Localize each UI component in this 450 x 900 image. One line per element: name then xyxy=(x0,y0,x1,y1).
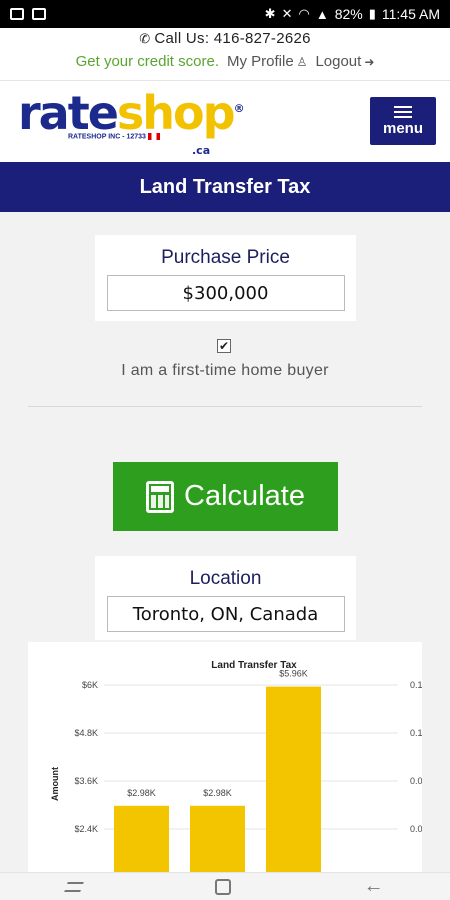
y-tick-label: $6K xyxy=(82,680,98,690)
battery-icon: ▮ xyxy=(368,6,376,21)
logo-shop: shop xyxy=(116,86,236,140)
chart-bar xyxy=(114,805,169,882)
logo-rate: rate xyxy=(18,86,119,140)
rateshop-logo[interactable]: rateshop® .ca xyxy=(18,86,245,157)
status-bar: ✱ ✕ ◠ ▲ 82% ▮ 11:45 AM xyxy=(0,0,450,28)
first-time-buyer-checkbox[interactable]: ✔ xyxy=(217,339,231,353)
chart-bar xyxy=(266,686,321,882)
page-title: Land Transfer Tax xyxy=(0,162,450,212)
credit-score-link[interactable]: Get your credit score. xyxy=(76,53,219,70)
y2-tick-label: 0.06 xyxy=(410,824,422,834)
purchase-price-card: Purchase Price $300,000 xyxy=(95,235,356,321)
y2-tick-label: 0.09 xyxy=(410,776,422,786)
hamburger-icon xyxy=(394,105,412,118)
calculator-icon xyxy=(146,480,175,513)
y-tick-label: $3.6K xyxy=(74,776,98,786)
my-profile-link[interactable]: My Profile ♙ xyxy=(227,53,307,70)
chart-bar xyxy=(190,805,245,882)
logout-label: Logout xyxy=(315,53,362,70)
home-icon[interactable] xyxy=(214,878,231,895)
back-icon[interactable]: ← xyxy=(364,875,384,898)
signal-icon: ▲ xyxy=(315,6,329,22)
bar-data-label: $2.98K xyxy=(203,788,232,798)
location-input[interactable]: Toronto, ON, Canada xyxy=(106,596,345,632)
logo-subtitle: RATESHOP INC - 12733 xyxy=(68,133,160,140)
purchase-price-label: Purchase Price xyxy=(161,247,290,268)
divider xyxy=(28,406,422,407)
y-tick-label: $4.8K xyxy=(74,728,98,738)
logo-sub-text: RATESHOP INC - 12733 xyxy=(68,133,146,141)
phone-icon: ✆ xyxy=(139,31,151,46)
call-us[interactable]: ✆ Call Us: 416-827-2626 xyxy=(0,28,450,47)
first-time-buyer-label: I am a first-time home buyer xyxy=(121,362,329,379)
y-tick-label: $2.4K xyxy=(74,824,98,834)
user-icon: ♙ xyxy=(296,55,308,69)
wifi-icon: ◠ xyxy=(298,6,310,21)
sign-out-icon: ➜ xyxy=(364,55,375,69)
clock: 11:45 AM xyxy=(381,6,440,22)
bar-data-label: $5.96K xyxy=(279,669,308,679)
android-nav-bar: ← xyxy=(0,872,450,900)
header-links: Get your credit score. My Profile ♙ Logou… xyxy=(0,53,450,70)
y-axis-label: Amount xyxy=(50,767,60,801)
purchase-price-input[interactable]: $300,000 xyxy=(106,275,345,311)
y2-tick-label: 0.12 xyxy=(410,728,422,738)
menu-button[interactable]: menu xyxy=(370,97,436,145)
chart-svg: Land Transfer Tax$6K$4.8K$3.6K$2.4K$1.2K… xyxy=(50,660,422,882)
notification-icons xyxy=(10,8,46,20)
gallery-icon xyxy=(10,8,24,20)
bluetooth-icon: ✱ xyxy=(264,6,276,21)
calculate-button[interactable]: Calculate xyxy=(113,462,338,531)
image-icon xyxy=(32,8,46,20)
system-icons: ✱ ✕ ◠ ▲ 82% ▮ 11:45 AM xyxy=(265,6,440,22)
land-transfer-tax-chart: Land Transfer Tax$6K$4.8K$3.6K$2.4K$1.2K… xyxy=(28,642,422,882)
checkmark-icon: ✔ xyxy=(218,339,230,353)
calculate-label: Calculate xyxy=(184,480,305,512)
location-label: Location xyxy=(189,568,262,589)
call-us-text: Call Us: 416-827-2626 xyxy=(154,30,311,47)
battery-level: 82% xyxy=(334,6,363,22)
y2-tick-label: 0.15 xyxy=(410,680,422,690)
logo-bar: rateshop® .ca RATESHOP INC - 12733 menu xyxy=(0,80,450,162)
top-header: ✆ Call Us: 416-827-2626 Get your credit s… xyxy=(0,28,450,80)
menu-label: menu xyxy=(382,119,423,137)
location-card: Location Toronto, ON, Canada xyxy=(95,556,356,640)
mute-icon: ✕ xyxy=(281,6,293,21)
recent-apps-icon[interactable] xyxy=(64,881,85,892)
my-profile-label: My Profile xyxy=(226,53,294,70)
logout-link[interactable]: Logout ➜ xyxy=(315,53,374,70)
bar-data-label: $2.98K xyxy=(127,788,156,798)
canada-flag-icon xyxy=(147,133,160,140)
logo-reg: ® xyxy=(233,102,245,115)
